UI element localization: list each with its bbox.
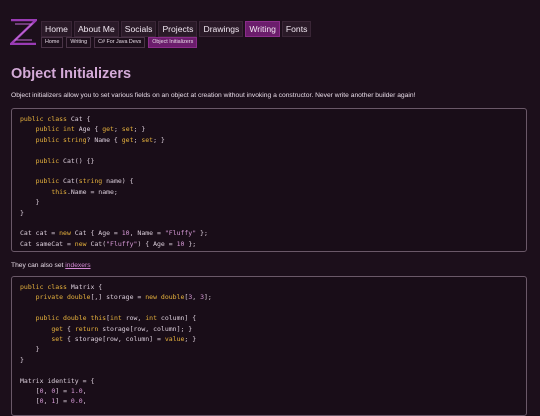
indexers-paragraph: They can also set indexers xyxy=(11,262,91,269)
indexers-text: They can also set xyxy=(11,262,66,269)
intro-text: Object initializers allow you to set var… xyxy=(11,92,416,99)
nav-home[interactable]: Home xyxy=(41,21,72,37)
code-line: } xyxy=(20,355,24,364)
code-line: Matrix identity = { xyxy=(20,376,95,385)
breadcrumb-home[interactable]: Home xyxy=(41,37,64,48)
nav-about-me[interactable]: About Me xyxy=(73,21,119,37)
code-line: Cat sameCat = new Cat("Fluffy") { Age = … xyxy=(20,239,197,248)
breadcrumb-csharp-for-java-devs[interactable]: C# For Java Devs xyxy=(94,37,146,48)
code-line: [0, 0] = 1.0, xyxy=(20,386,87,395)
breadcrumb-writing[interactable]: Writing xyxy=(66,37,92,48)
code-line: public string? Name { get; set; } xyxy=(35,135,165,144)
code-line: } xyxy=(20,208,24,217)
main-nav: Home About Me Socials Projects Drawings … xyxy=(41,21,312,37)
code-line: } xyxy=(20,345,40,354)
code-line: [0, 1] = 0.0, xyxy=(20,397,87,406)
page-title: Object Initializers xyxy=(11,66,132,82)
code-line: public Cat(string name) { xyxy=(35,177,134,186)
code-line: Cat cat = new Cat { Age = 10, Name = "Fl… xyxy=(20,229,208,238)
nav-projects[interactable]: Projects xyxy=(158,21,198,37)
nav-socials[interactable]: Socials xyxy=(120,21,157,37)
nav-fonts[interactable]: Fonts xyxy=(281,21,312,37)
breadcrumb-object-initializers[interactable]: Object Initializers xyxy=(148,37,198,48)
indexers-link[interactable]: indexers xyxy=(65,262,90,269)
code-line: public class Matrix { xyxy=(20,283,103,291)
code-line: public Cat() {} xyxy=(35,156,95,165)
nav-writing[interactable]: Writing xyxy=(245,21,280,37)
code-block-matrix: public class Matrix { private double[,] … xyxy=(11,276,527,416)
code-line: public int Age { get; set; } xyxy=(35,125,146,134)
code-line: private double[,] storage = new double[3… xyxy=(35,293,212,302)
nav-drawings[interactable]: Drawings xyxy=(199,21,244,37)
breadcrumb: Home Writing C# For Java Devs Object Ini… xyxy=(41,37,198,48)
code-line: set { storage[row, column] = value; } xyxy=(51,334,197,343)
code-line: public double this[int row, int column] … xyxy=(35,314,197,323)
code-block-cat: public class Cat { public int Age { get;… xyxy=(11,108,527,252)
site-logo-icon[interactable] xyxy=(10,19,37,45)
code-line: this.Name = name; xyxy=(51,187,118,196)
code-line: } xyxy=(20,198,40,207)
top-bar: Home About Me Socials Projects Drawings … xyxy=(0,0,540,52)
code-line: get { return storage[row, column]; } xyxy=(51,324,193,333)
code-line: public class Cat { xyxy=(20,115,91,123)
